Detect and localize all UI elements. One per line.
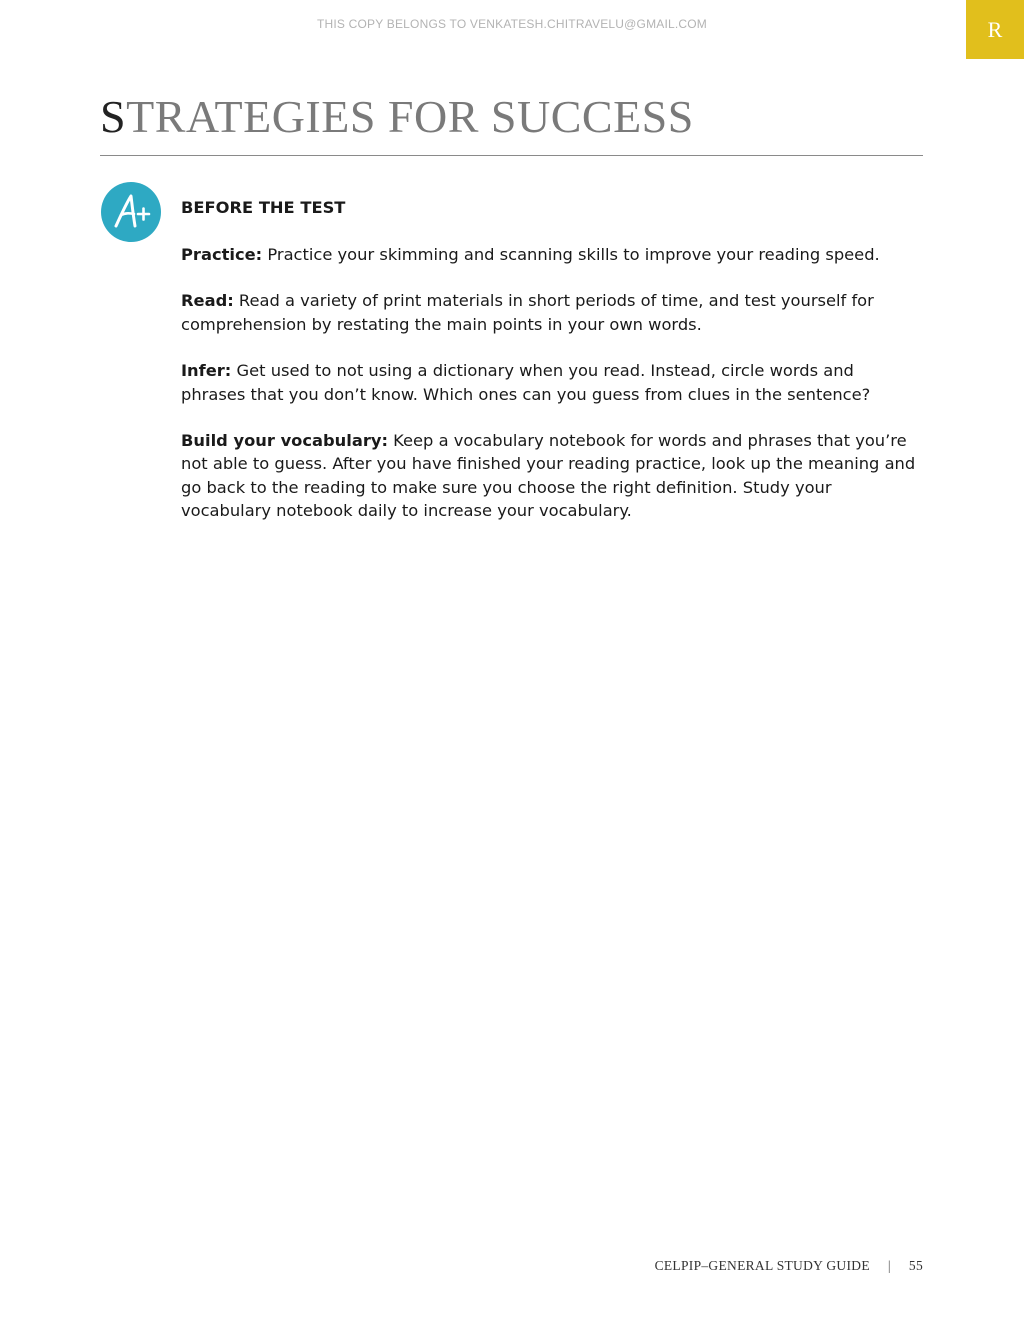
- a-plus-grade-icon: [101, 182, 161, 242]
- strategy-term: Build your vocabulary:: [181, 431, 388, 451]
- strategy-practice: Practice: Practice your skimming and sca…: [181, 243, 916, 266]
- strategy-text: Read a variety of print materials in sho…: [181, 291, 874, 334]
- page-footer: CELPIP–GENERAL STUDY GUIDE | 55: [655, 1258, 923, 1274]
- strategy-text: Get used to not using a dictionary when …: [181, 361, 871, 404]
- strategy-text: Practice your skimming and scanning skil…: [262, 245, 880, 264]
- title-divider: [100, 155, 923, 156]
- strategy-term: Read:: [181, 291, 234, 311]
- footer-guide-name: CELPIP–GENERAL STUDY GUIDE: [654, 1258, 870, 1273]
- section-heading: BEFORE THE TEST: [181, 198, 346, 217]
- strategies-content: BEFORE THE TEST Practice: Practice your …: [181, 196, 916, 546]
- page-number: 55: [908, 1258, 923, 1273]
- strategy-infer: Infer: Get used to not using a dictionar…: [181, 359, 916, 406]
- strategy-term: Practice:: [181, 245, 263, 264]
- page-title: STRATEGIES FOR SUCCESS: [100, 90, 694, 143]
- footer-separator: |: [887, 1258, 891, 1273]
- strategy-read: Read: Read a variety of print materials …: [181, 289, 916, 336]
- strategy-build-vocabulary: Build your vocabulary: Keep a vocabulary…: [181, 429, 916, 523]
- page-title-first-letter: S: [100, 91, 127, 142]
- strategy-term: Infer:: [181, 361, 232, 381]
- page-title-rest: TRATEGIES FOR SUCCESS: [126, 91, 694, 142]
- section-tab-letter: R: [987, 16, 1003, 42]
- watermark-text: THIS COPY BELONGS TO VENKATESH.CHITRAVEL…: [316, 17, 708, 31]
- section-tab: R: [966, 0, 1024, 59]
